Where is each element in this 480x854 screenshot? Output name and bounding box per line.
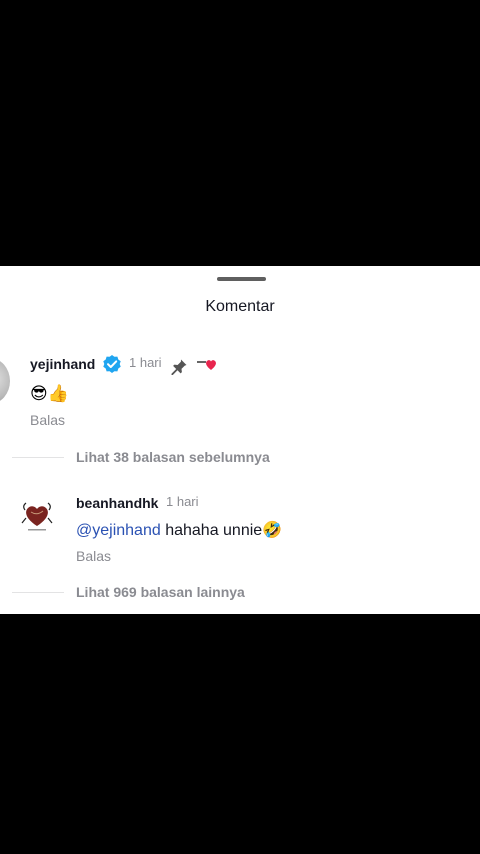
heart-arrow-icon bbox=[197, 360, 216, 370]
avatar[interactable] bbox=[17, 496, 57, 536]
comment-time: 1 hari bbox=[129, 355, 162, 370]
view-replies-button[interactable]: Lihat 38 balasan sebelumnya bbox=[76, 449, 270, 465]
comment-username[interactable]: beanhandhk bbox=[76, 495, 158, 511]
bean-logo-icon bbox=[21, 502, 53, 531]
verified-badge-icon bbox=[103, 355, 121, 373]
pin-icon bbox=[171, 359, 187, 375]
drag-handle[interactable] bbox=[217, 277, 266, 281]
reply-button[interactable]: Balas bbox=[30, 412, 65, 428]
comment-username[interactable]: yejinhand bbox=[30, 356, 95, 372]
reply-button[interactable]: Balas bbox=[76, 548, 111, 564]
divider bbox=[12, 457, 64, 458]
mention-link[interactable]: @yejinhand bbox=[76, 522, 161, 539]
comment-text: 😎👍 bbox=[30, 384, 69, 403]
comment-time: 1 hari bbox=[166, 494, 199, 509]
comment-text: @yejinhand hahaha unnie🤣 bbox=[76, 520, 282, 540]
divider bbox=[12, 592, 64, 593]
comments-sheet: Komentar yejinhand 1 hari 😎👍 Balas Lihat… bbox=[0, 266, 480, 614]
view-replies-button[interactable]: Lihat 969 balasan lainnya bbox=[76, 584, 245, 600]
sheet-title: Komentar bbox=[205, 298, 275, 315]
comment-body: hahaha unnie🤣 bbox=[160, 522, 283, 539]
avatar[interactable] bbox=[0, 358, 10, 404]
